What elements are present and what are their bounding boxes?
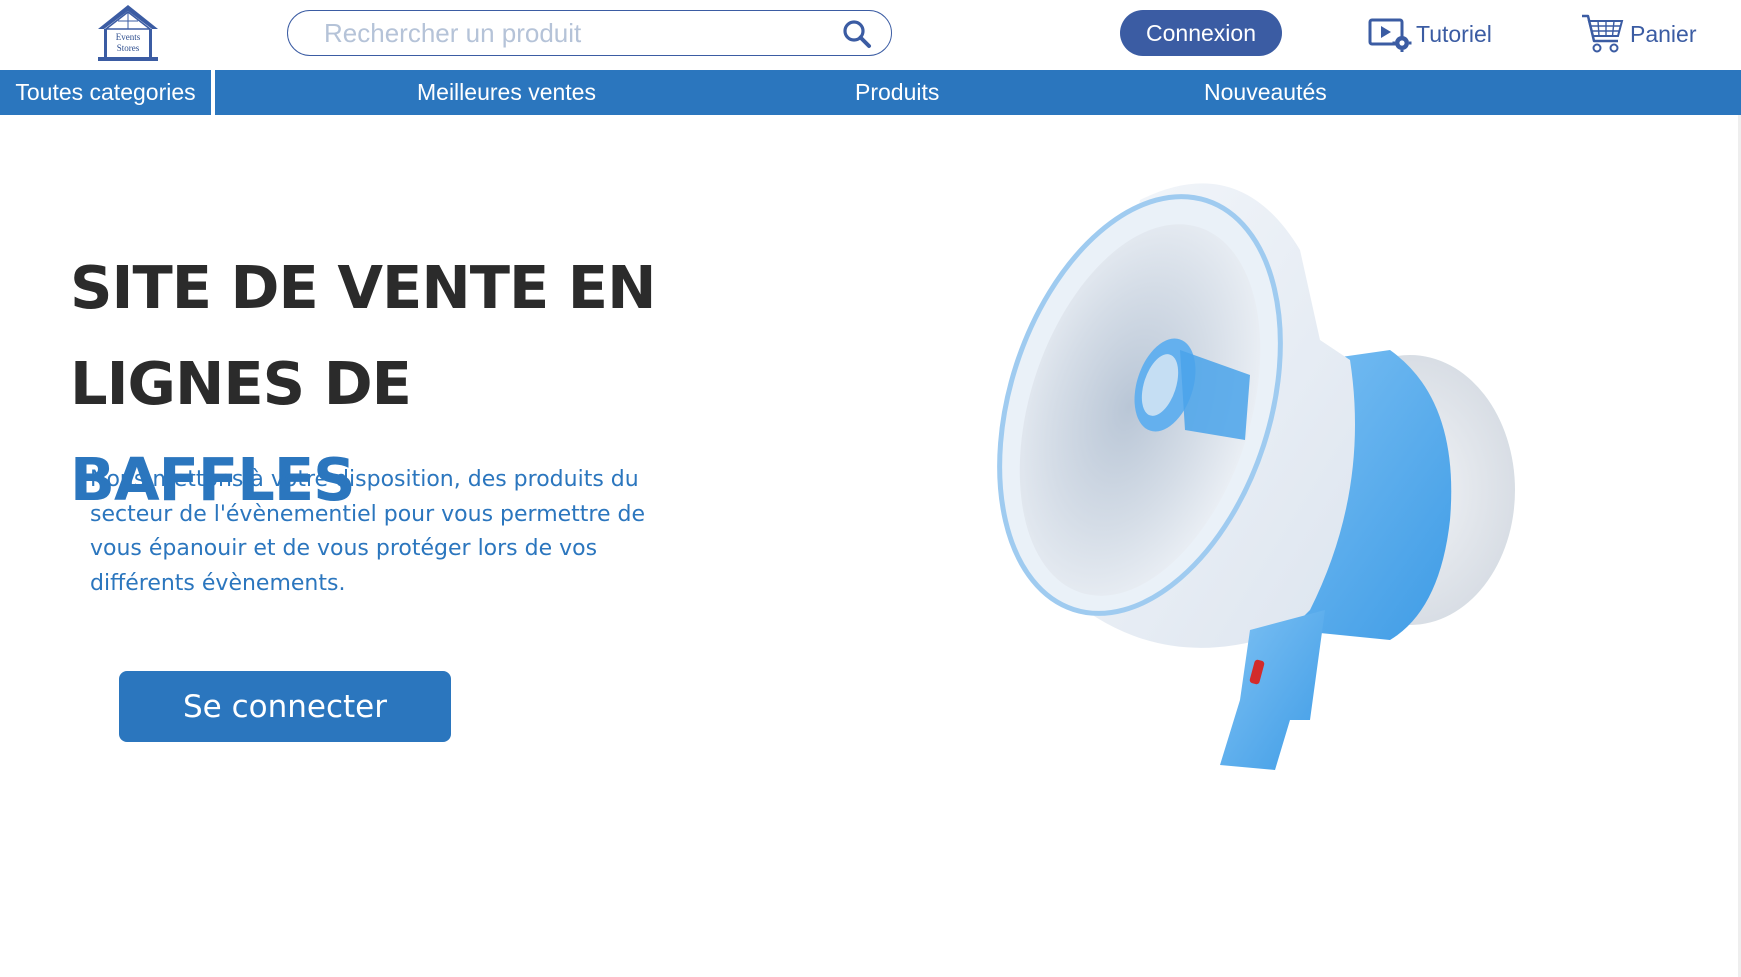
search-icon[interactable]	[841, 18, 873, 50]
category-divider	[211, 70, 215, 115]
login-button[interactable]: Connexion	[1120, 10, 1282, 56]
megaphone-illustration	[990, 160, 1550, 800]
category-best-sellers[interactable]: Meilleures ventes	[417, 70, 596, 115]
sign-in-cta-button[interactable]: Se connecter	[119, 671, 451, 742]
hero-title-line1: SITE DE VENTE EN	[70, 253, 656, 322]
search-input[interactable]	[322, 17, 822, 49]
cart-label: Panier	[1630, 20, 1697, 47]
all-categories-menu[interactable]: Toutes categories	[0, 70, 211, 115]
hero-title-line2: LIGNES DE	[70, 349, 412, 418]
logo-text-line2: Stores	[116, 43, 140, 53]
shopping-cart-icon	[1582, 14, 1624, 53]
category-new-arrivals[interactable]: Nouveautés	[1204, 70, 1327, 115]
top-header: Events Stores Connexion Tutoriel	[0, 0, 1741, 70]
search-bar	[287, 10, 892, 56]
tutorial-label: Tutoriel	[1416, 20, 1492, 47]
category-nav: Toutes categories Meilleures ventes Prod…	[0, 70, 1741, 115]
cart-link[interactable]: Panier	[1580, 14, 1696, 54]
logo-text-line1: Events	[115, 32, 141, 42]
category-products[interactable]: Produits	[855, 70, 939, 115]
events-stores-logo[interactable]: Events Stores	[94, 3, 162, 63]
hero-description: Nous mettons à votre disposition, des pr…	[90, 467, 645, 596]
tutorial-link[interactable]: Tutoriel	[1368, 14, 1492, 54]
video-settings-icon	[1368, 18, 1412, 52]
megaphone-icon	[997, 183, 1515, 770]
